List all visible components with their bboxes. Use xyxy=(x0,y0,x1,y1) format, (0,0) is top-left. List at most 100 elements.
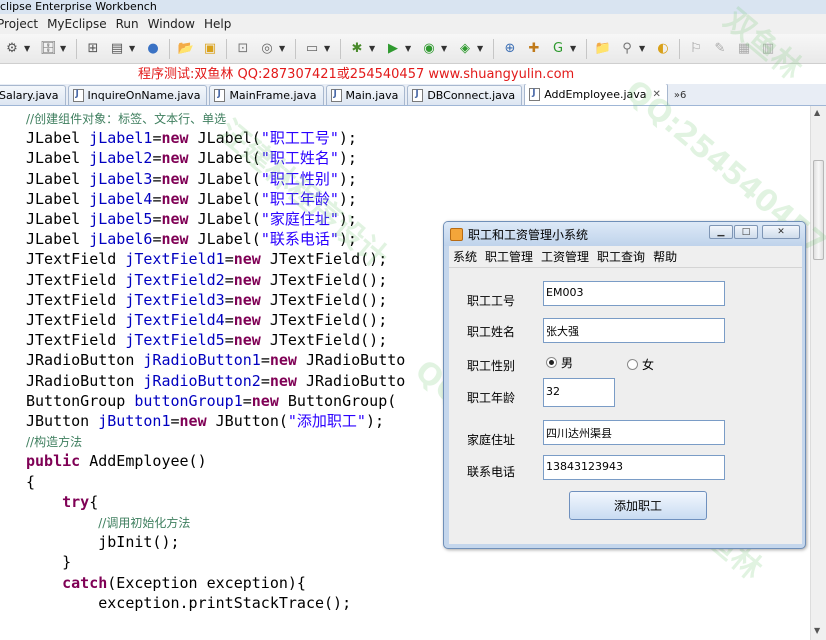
chevron-down-icon[interactable]: ▼ xyxy=(24,44,32,53)
java-file-icon xyxy=(412,89,424,102)
menu-run[interactable]: Run xyxy=(116,17,148,31)
code-line: JLabel jLabel5=new JLabel("家庭住址"); xyxy=(26,210,357,228)
chevron-down-icon[interactable]: ▼ xyxy=(279,44,287,53)
web-icon[interactable]: ◎ xyxy=(256,39,278,59)
settings-icon[interactable]: ⚙ xyxy=(1,39,23,59)
scroll-up-icon[interactable]: ▲ xyxy=(814,108,820,117)
tab-label: Salary.java xyxy=(0,89,59,102)
code-line: try{ xyxy=(62,492,99,511)
new-wizard-icon[interactable]: G xyxy=(547,39,569,59)
dialog-menu-employee-query[interactable]: 职工查询 xyxy=(593,248,649,265)
external-tools-icon[interactable]: ◈ xyxy=(454,39,476,59)
code-line: JTextField jTextField2=new JTextField(); xyxy=(26,270,388,289)
server-icon[interactable]: 🗄 xyxy=(37,39,59,59)
code-line: ButtonGroup buttonGroup1=new ButtonGroup… xyxy=(26,391,397,410)
dialog-form: 职工工号 EM003 职工姓名 张大强 职工性别 男 女 职工年龄 32 家庭住… xyxy=(449,268,802,544)
label-employee-name: 职工姓名 xyxy=(467,325,516,339)
label-employee-address: 家庭住址 xyxy=(467,433,516,447)
menu-project[interactable]: Project xyxy=(0,17,47,31)
pen-icon[interactable]: ✎ xyxy=(709,39,731,59)
chevron-down-icon[interactable]: ▼ xyxy=(129,44,137,53)
editor-scrollbar[interactable]: ▲ ▼ xyxy=(810,106,826,640)
chevron-down-icon[interactable]: ▼ xyxy=(570,44,578,53)
run-config-icon[interactable]: ◉ xyxy=(418,39,440,59)
tab-inquire-on-name[interactable]: InquireOnName.java xyxy=(67,85,208,105)
toolbar-separator xyxy=(295,38,296,59)
menu-bar: Project MyEclipse Run Window Help xyxy=(0,14,826,34)
maximize-icon[interactable]: □ xyxy=(734,225,758,239)
employee-address-field[interactable]: 四川达州渠县 xyxy=(543,420,725,445)
tab-add-employee[interactable]: AddEmployee.java ✕ xyxy=(524,84,668,105)
tab-label: InquireOnName.java xyxy=(87,89,201,102)
employee-age-field[interactable]: 32 xyxy=(543,378,615,407)
code-line: JLabel jLabel1=new JLabel("职工工号"); xyxy=(26,129,357,148)
close-icon[interactable]: ✕ xyxy=(653,89,661,100)
toolbar-separator xyxy=(493,38,494,59)
label-employee-age: 职工年龄 xyxy=(467,391,516,405)
label-employee-gender: 职工性别 xyxy=(467,359,516,373)
tab-label: MainFrame.java xyxy=(229,89,317,102)
code-line: JButton jButton1=new JButton("添加职工"); xyxy=(26,412,385,430)
employee-phone-field[interactable]: 13843123943 xyxy=(543,455,725,480)
code-line: JTextField jTextField1=new JTextField(); xyxy=(26,250,388,269)
dialog-menu-help[interactable]: 帮助 xyxy=(649,248,681,265)
java-app-icon xyxy=(450,227,463,241)
annotation-icon[interactable]: ⚐ xyxy=(685,39,707,59)
menu-help[interactable]: Help xyxy=(204,17,240,31)
toolbar-separator xyxy=(586,38,587,59)
monitor-icon[interactable]: ▭ xyxy=(301,39,323,59)
menu-window[interactable]: Window xyxy=(148,17,204,31)
close-icon[interactable]: ✕ xyxy=(762,225,800,239)
open-folder-icon[interactable]: 📂 xyxy=(175,39,197,59)
open-type-icon[interactable]: 📁 xyxy=(592,39,614,59)
dialog-menu-system[interactable]: 系统 xyxy=(449,248,481,265)
chevron-down-icon[interactable]: ▼ xyxy=(441,44,449,53)
run-icon[interactable]: ▶ xyxy=(382,39,404,59)
gender-radio-male[interactable]: 男 xyxy=(546,354,573,371)
new-file-icon[interactable]: ▤ xyxy=(106,39,128,59)
minimize-icon[interactable]: ▁ xyxy=(709,225,733,239)
tab-main[interactable]: Main.java xyxy=(325,85,406,105)
dialog-menu-salary-mgmt[interactable]: 工资管理 xyxy=(537,248,593,265)
globe-icon[interactable]: ● xyxy=(142,39,164,59)
radio-unselected-icon xyxy=(627,359,638,370)
add-employee-button[interactable]: 添加职工 xyxy=(569,491,707,520)
tab-db-connect[interactable]: DBConnect.java xyxy=(407,85,523,105)
chevron-down-icon[interactable]: ▼ xyxy=(477,44,485,53)
chevron-down-icon[interactable]: ▼ xyxy=(369,44,377,53)
new-interface-icon[interactable]: ✚ xyxy=(523,39,545,59)
chevron-down-icon[interactable]: ▼ xyxy=(60,44,68,53)
editor-tab-bar: Salary.java InquireOnName.java MainFrame… xyxy=(0,84,826,106)
code-line: JLabel jLabel4=new JLabel("职工年龄"); xyxy=(26,189,357,208)
toolbar: ⚙ ▼ 🗄 ▼ ⊞ ▤ ▼ ● 📂 ▣ ⊡ ◎ ▼ ▭ ▼ ✱ ▼ ▶ ▼ ◉ ▼ ◈ ▼ ⊕ ✚… xyxy=(0,34,826,64)
toolbar-separator xyxy=(226,38,227,59)
search-icon[interactable]: ⚲ xyxy=(616,39,638,59)
employee-id-field[interactable]: EM003 xyxy=(543,281,725,306)
columns-icon[interactable]: ▥ xyxy=(757,39,779,59)
deploy-icon[interactable]: ⊞ xyxy=(82,39,104,59)
scrollbar-thumb[interactable] xyxy=(813,160,824,260)
tab-salary[interactable]: Salary.java xyxy=(0,85,66,105)
tab-overflow[interactable]: »6 xyxy=(670,90,690,105)
chevron-down-icon[interactable]: ▼ xyxy=(324,44,332,53)
code-line: JTextField jTextField4=new JTextField(); xyxy=(26,311,388,329)
gender-female-label: 女 xyxy=(642,358,655,372)
new-package-icon[interactable]: ▣ xyxy=(199,39,221,59)
task-icon[interactable]: ◐ xyxy=(652,39,674,59)
dialog-menu-employee-mgmt[interactable]: 职工管理 xyxy=(481,248,537,265)
build-icon[interactable]: ⊡ xyxy=(232,39,254,59)
label-employee-phone: 联系电话 xyxy=(467,465,516,479)
toolbar-separator xyxy=(169,38,170,59)
grid-icon[interactable]: ▦ xyxy=(733,39,755,59)
gender-radio-female[interactable]: 女 xyxy=(627,356,654,373)
employee-name-field[interactable]: 张大强 xyxy=(543,318,725,343)
java-file-icon xyxy=(214,89,226,102)
tab-main-frame[interactable]: MainFrame.java xyxy=(209,85,324,105)
new-class-icon[interactable]: ⊕ xyxy=(499,39,521,59)
chevron-down-icon[interactable]: ▼ xyxy=(639,44,647,53)
debug-icon[interactable]: ✱ xyxy=(346,39,368,59)
menu-myeclipse[interactable]: MyEclipse xyxy=(47,17,116,31)
chevron-down-icon[interactable]: ▼ xyxy=(405,44,413,53)
toolbar-separator xyxy=(340,38,341,59)
scroll-down-icon[interactable]: ▼ xyxy=(814,626,820,635)
